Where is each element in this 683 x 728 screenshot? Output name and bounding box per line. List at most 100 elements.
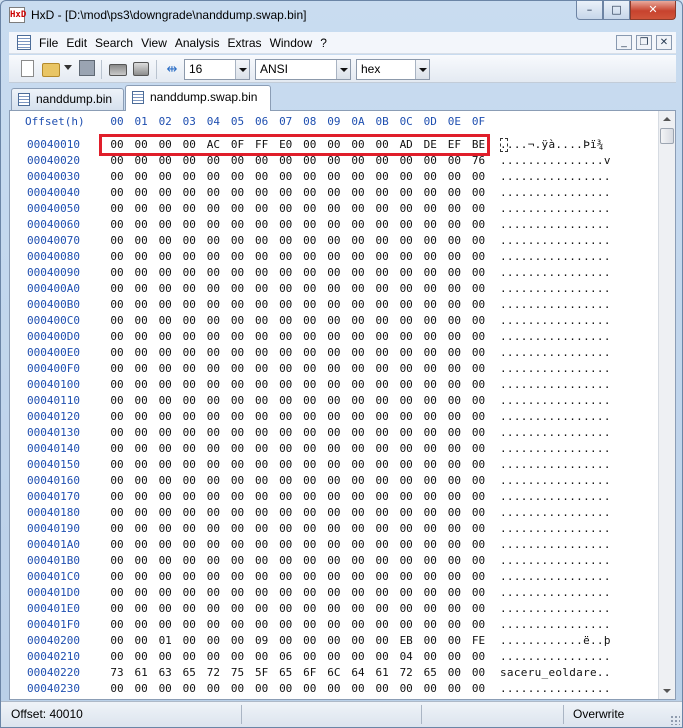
hex-byte[interactable]: 00 [324,378,344,391]
hex-byte[interactable]: 00 [300,634,320,647]
hex-byte[interactable]: 00 [276,346,296,359]
maximize-button[interactable]: □ [603,1,630,20]
hex-byte[interactable]: 00 [155,362,175,375]
hex-byte[interactable]: 00 [469,506,489,519]
hex-byte[interactable]: 00 [300,602,320,615]
hex-byte[interactable]: 00 [324,634,344,647]
open-file-icon[interactable] [42,63,60,77]
hex-byte[interactable]: 00 [372,266,392,279]
hex-byte[interactable]: 00 [228,202,248,215]
hex-byte[interactable]: 00 [203,218,223,231]
hex-byte[interactable]: 00 [107,202,127,215]
ascii-text[interactable]: ................ [500,570,611,583]
hex-byte[interactable]: 00 [348,186,368,199]
hex-byte[interactable]: 00 [444,522,464,535]
ascii-text[interactable]: ................ [500,378,611,391]
hex-byte[interactable]: 00 [396,170,416,183]
hex-byte[interactable]: 00 [420,410,440,423]
hex-byte[interactable]: 00 [420,586,440,599]
hex-byte[interactable]: 00 [228,682,248,695]
hex-byte[interactable]: 00 [131,218,151,231]
ascii-text[interactable]: ................ [500,458,611,471]
hex-byte[interactable]: 00 [228,650,248,663]
hex-byte[interactable]: 00 [396,682,416,695]
hex-byte[interactable]: 00 [276,330,296,343]
hex-byte[interactable]: 00 [444,362,464,375]
ascii-text[interactable]: ................ [500,554,611,567]
hex-byte[interactable]: 00 [324,330,344,343]
hex-byte[interactable]: 00 [228,298,248,311]
hex-byte[interactable]: 00 [420,474,440,487]
hex-byte[interactable]: 00 [420,682,440,695]
save-icon[interactable] [79,60,95,76]
hex-byte[interactable]: 00 [203,458,223,471]
hex-byte[interactable]: 00 [107,538,127,551]
hex-byte[interactable]: 00 [131,506,151,519]
hex-byte[interactable]: 00 [444,378,464,391]
hex-byte[interactable]: 00 [203,634,223,647]
hex-byte[interactable]: DE [420,138,440,151]
hex-byte[interactable]: 73 [107,666,127,679]
hex-byte[interactable]: 00 [155,490,175,503]
hex-byte[interactable]: 0F [228,138,248,151]
hex-byte[interactable]: 00 [276,378,296,391]
hex-byte[interactable]: 00 [300,314,320,327]
ascii-text[interactable]: ................ [500,442,611,455]
hex-byte[interactable]: 00 [276,490,296,503]
hex-byte[interactable]: 00 [252,186,272,199]
minimize-button[interactable]: – [576,1,603,20]
hex-byte[interactable]: 00 [444,426,464,439]
hex-byte[interactable]: 00 [444,586,464,599]
hex-byte[interactable]: 00 [348,330,368,343]
hex-byte[interactable]: 00 [228,506,248,519]
hex-byte[interactable]: 00 [155,202,175,215]
hex-byte[interactable]: 00 [228,410,248,423]
mdi-close-button[interactable]: ✕ [656,35,672,50]
hex-byte[interactable]: 00 [107,154,127,167]
hex-byte[interactable]: 00 [300,218,320,231]
hex-byte[interactable]: FF [252,138,272,151]
hex-byte[interactable]: 00 [155,250,175,263]
hex-byte[interactable]: 00 [203,154,223,167]
hex-byte[interactable]: 00 [444,506,464,519]
hex-byte[interactable]: 00 [396,458,416,471]
hex-byte[interactable]: 00 [420,538,440,551]
menu-item[interactable]: Analysis [175,36,220,50]
menu-item[interactable]: File [39,36,58,50]
hex-byte[interactable]: 61 [372,666,392,679]
hex-byte[interactable]: 00 [155,410,175,423]
hex-byte[interactable]: 00 [155,650,175,663]
hex-byte[interactable]: 00 [131,650,151,663]
hex-byte[interactable]: 00 [131,442,151,455]
hex-byte[interactable]: 00 [203,186,223,199]
hex-byte[interactable]: 00 [155,266,175,279]
hex-byte[interactable]: 00 [469,666,489,679]
hex-byte[interactable]: 00 [396,314,416,327]
hex-byte[interactable]: 00 [203,202,223,215]
hex-byte[interactable]: 00 [469,474,489,487]
hex-byte[interactable]: 00 [155,314,175,327]
hex-byte[interactable]: 00 [155,682,175,695]
hex-byte[interactable]: 00 [444,682,464,695]
hex-byte[interactable]: 00 [372,330,392,343]
hex-byte[interactable]: 00 [300,474,320,487]
hex-byte[interactable]: 00 [179,458,199,471]
hex-byte[interactable]: 00 [228,282,248,295]
hex-byte[interactable]: 00 [276,522,296,535]
hex-byte[interactable]: 00 [444,154,464,167]
menu-item[interactable]: Search [95,36,133,50]
hex-byte[interactable]: 00 [396,330,416,343]
hex-byte[interactable]: 00 [179,330,199,343]
hex-byte[interactable]: 00 [469,618,489,631]
hex-byte[interactable]: 00 [179,570,199,583]
hex-byte[interactable]: 00 [372,154,392,167]
hex-byte[interactable]: 00 [131,250,151,263]
hex-byte[interactable]: 00 [372,346,392,359]
hex-byte[interactable]: 00 [444,250,464,263]
hex-byte[interactable]: 00 [420,218,440,231]
hex-byte[interactable]: 00 [324,218,344,231]
hex-byte[interactable]: 00 [107,522,127,535]
hex-byte[interactable]: 00 [228,522,248,535]
hex-byte[interactable]: 00 [228,218,248,231]
hex-byte[interactable]: BE [469,138,489,151]
